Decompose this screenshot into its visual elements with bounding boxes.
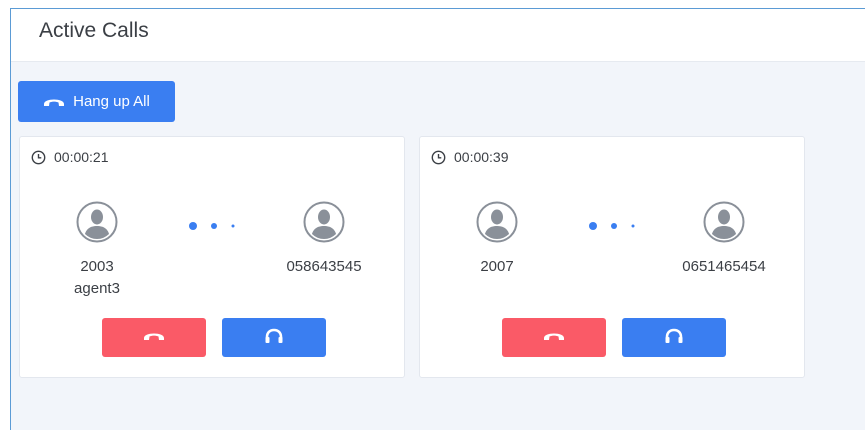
hang-up-all-label: Hang up All xyxy=(73,93,150,110)
headphones-icon xyxy=(664,327,684,348)
caller-number: 2007 xyxy=(480,258,514,275)
connecting-dots-icon xyxy=(589,222,635,230)
page-title: Active Calls xyxy=(39,19,149,42)
connecting-dots-icon xyxy=(189,222,235,230)
caller-avatar-icon xyxy=(76,201,118,243)
callee-avatar-icon xyxy=(303,201,345,243)
headphones-icon xyxy=(264,327,284,348)
call-card: 00:00:21 2003 agent3 058643545 xyxy=(19,136,405,378)
hang-up-button[interactable] xyxy=(502,318,606,357)
phone-hangup-icon xyxy=(43,96,65,108)
caller-name: agent3 xyxy=(74,280,120,297)
caller-number: 2003 xyxy=(80,258,114,275)
listen-button[interactable] xyxy=(622,318,726,357)
hang-up-all-button[interactable]: Hang up All xyxy=(18,81,175,122)
callee-avatar-icon xyxy=(703,201,745,243)
call-timer: 00:00:21 xyxy=(31,149,109,165)
clock-icon xyxy=(431,150,446,165)
phone-hangup-icon xyxy=(143,330,165,345)
call-card: 00:00:39 2007 0651465454 xyxy=(419,136,805,378)
active-calls-panel: Active Calls Hang up All 00:00:21 2003 a… xyxy=(10,8,865,430)
callee-number: 0651465454 xyxy=(682,258,766,275)
call-duration: 00:00:21 xyxy=(54,149,109,165)
panel-header: Active Calls xyxy=(11,9,865,62)
listen-button[interactable] xyxy=(222,318,326,357)
callee-number: 058643545 xyxy=(286,258,362,275)
hang-up-button[interactable] xyxy=(102,318,206,357)
call-timer: 00:00:39 xyxy=(431,149,509,165)
call-duration: 00:00:39 xyxy=(454,149,509,165)
caller-avatar-icon xyxy=(476,201,518,243)
phone-hangup-icon xyxy=(543,330,565,345)
clock-icon xyxy=(31,150,46,165)
